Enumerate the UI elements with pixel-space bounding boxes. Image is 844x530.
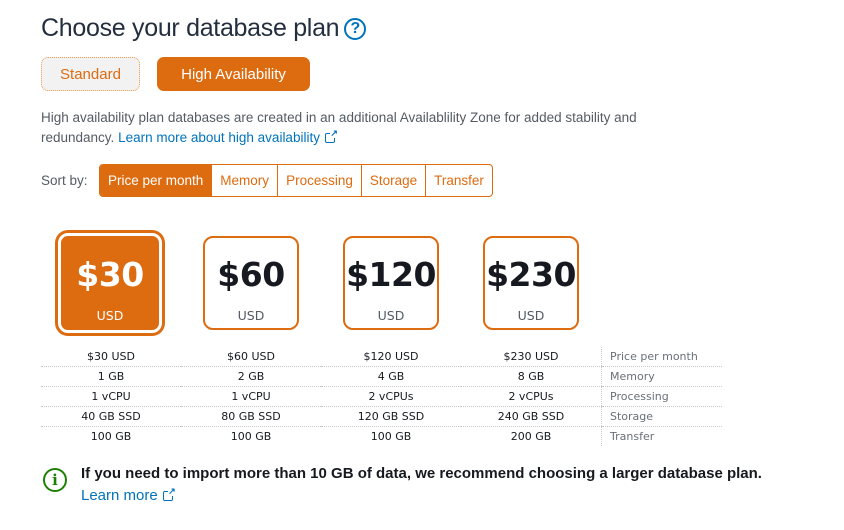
- plan-price: $230: [486, 255, 576, 294]
- plan-card-30[interactable]: $30 USD: [58, 233, 162, 333]
- learn-more-ha-link[interactable]: Learn more about high availability: [118, 128, 338, 145]
- spec-cell: 8 GB: [461, 366, 602, 387]
- notice-learn-more-text[interactable]: Learn more: [81, 487, 158, 504]
- spec-cell: 80 GB SSD: [181, 406, 321, 427]
- spec-cell: 100 GB: [370, 430, 412, 443]
- external-link-icon: [324, 128, 338, 143]
- info-icon: i: [43, 468, 67, 492]
- plan-price: $120: [346, 255, 436, 294]
- sort-tab-price[interactable]: Price per month: [100, 165, 212, 196]
- spec-cell: 240 GB SSD: [461, 406, 602, 427]
- plan-standard-button[interactable]: Standard: [41, 57, 140, 91]
- plan-currency: USD: [96, 308, 124, 323]
- table-row-transfer: 100 GB 100 GB 100 GB 200 GB Transfer: [41, 426, 722, 446]
- plan-specs-table: $30 USD $60 USD $120 USD $230 USD Price …: [41, 347, 722, 446]
- spec-cell: 2 vCPUs: [321, 386, 461, 407]
- import-notice: i If you need to import more than 10 GB …: [43, 463, 762, 507]
- plan-currency: USD: [377, 308, 405, 323]
- table-row-processing: 1 vCPU 1 vCPU 2 vCPUs 2 vCPUs Processing: [41, 386, 722, 407]
- plan-description: High availability plan databases are cre…: [41, 108, 641, 148]
- spec-label: Memory: [601, 366, 722, 387]
- table-row-storage: 40 GB SSD 80 GB SSD 120 GB SSD 240 GB SS…: [41, 406, 722, 427]
- sort-tab-processing[interactable]: Processing: [277, 165, 361, 196]
- sort-tabs: Price per month Memory Processing Storag…: [99, 164, 493, 197]
- plan-card-120[interactable]: $120 USD: [343, 236, 439, 330]
- spec-cell: 2 GB: [181, 366, 321, 387]
- spec-cell: 2 vCPUs: [461, 386, 602, 407]
- spec-cell: 100 GB: [230, 430, 272, 443]
- plan-price: $30: [76, 255, 144, 294]
- external-link-icon: [162, 486, 176, 501]
- spec-cell: 1 vCPU: [181, 386, 321, 407]
- table-row-price: $30 USD $60 USD $120 USD $230 USD Price …: [41, 347, 722, 367]
- spec-cell: $230 USD: [461, 347, 602, 367]
- notice-learn-more-link[interactable]: Learn more: [81, 485, 762, 507]
- page-title-text: Choose your database plan: [41, 14, 340, 42]
- spec-cell: 120 GB SSD: [321, 406, 461, 427]
- notice-text: If you need to import more than 10 GB of…: [81, 465, 762, 482]
- spec-cell: 200 GB: [510, 430, 552, 443]
- plan-currency: USD: [517, 308, 545, 323]
- spec-cell: $60 USD: [181, 347, 321, 367]
- learn-more-ha-link-text[interactable]: Learn more about high availability: [118, 130, 320, 145]
- sort-tab-transfer[interactable]: Transfer: [425, 165, 492, 196]
- spec-label: Price per month: [601, 347, 722, 367]
- spec-label: Transfer: [601, 426, 722, 446]
- spec-label: Storage: [601, 406, 722, 427]
- plan-high-availability-button[interactable]: High Availability: [157, 57, 310, 91]
- spec-cell: 1 vCPU: [41, 386, 181, 407]
- sort-tab-memory[interactable]: Memory: [211, 165, 277, 196]
- help-icon[interactable]: ?: [344, 17, 367, 40]
- plan-currency: USD: [237, 308, 265, 323]
- spec-cell: 1 GB: [41, 366, 181, 387]
- sort-tab-storage[interactable]: Storage: [360, 165, 425, 196]
- plan-card-230[interactable]: $230 USD: [483, 236, 579, 330]
- page-title: Choose your database plan ?: [41, 14, 367, 43]
- plan-price: $60: [217, 255, 285, 294]
- spec-cell: $30 USD: [41, 347, 181, 367]
- spec-cell: 100 GB: [90, 430, 132, 443]
- spec-label: Processing: [601, 386, 722, 407]
- table-row-memory: 1 GB 2 GB 4 GB 8 GB Memory: [41, 366, 722, 387]
- spec-cell: $120 USD: [321, 347, 461, 367]
- sort-label: Sort by:: [41, 173, 88, 188]
- spec-cell: 4 GB: [321, 366, 461, 387]
- spec-cell: 40 GB SSD: [41, 406, 181, 427]
- plan-card-60[interactable]: $60 USD: [203, 236, 299, 330]
